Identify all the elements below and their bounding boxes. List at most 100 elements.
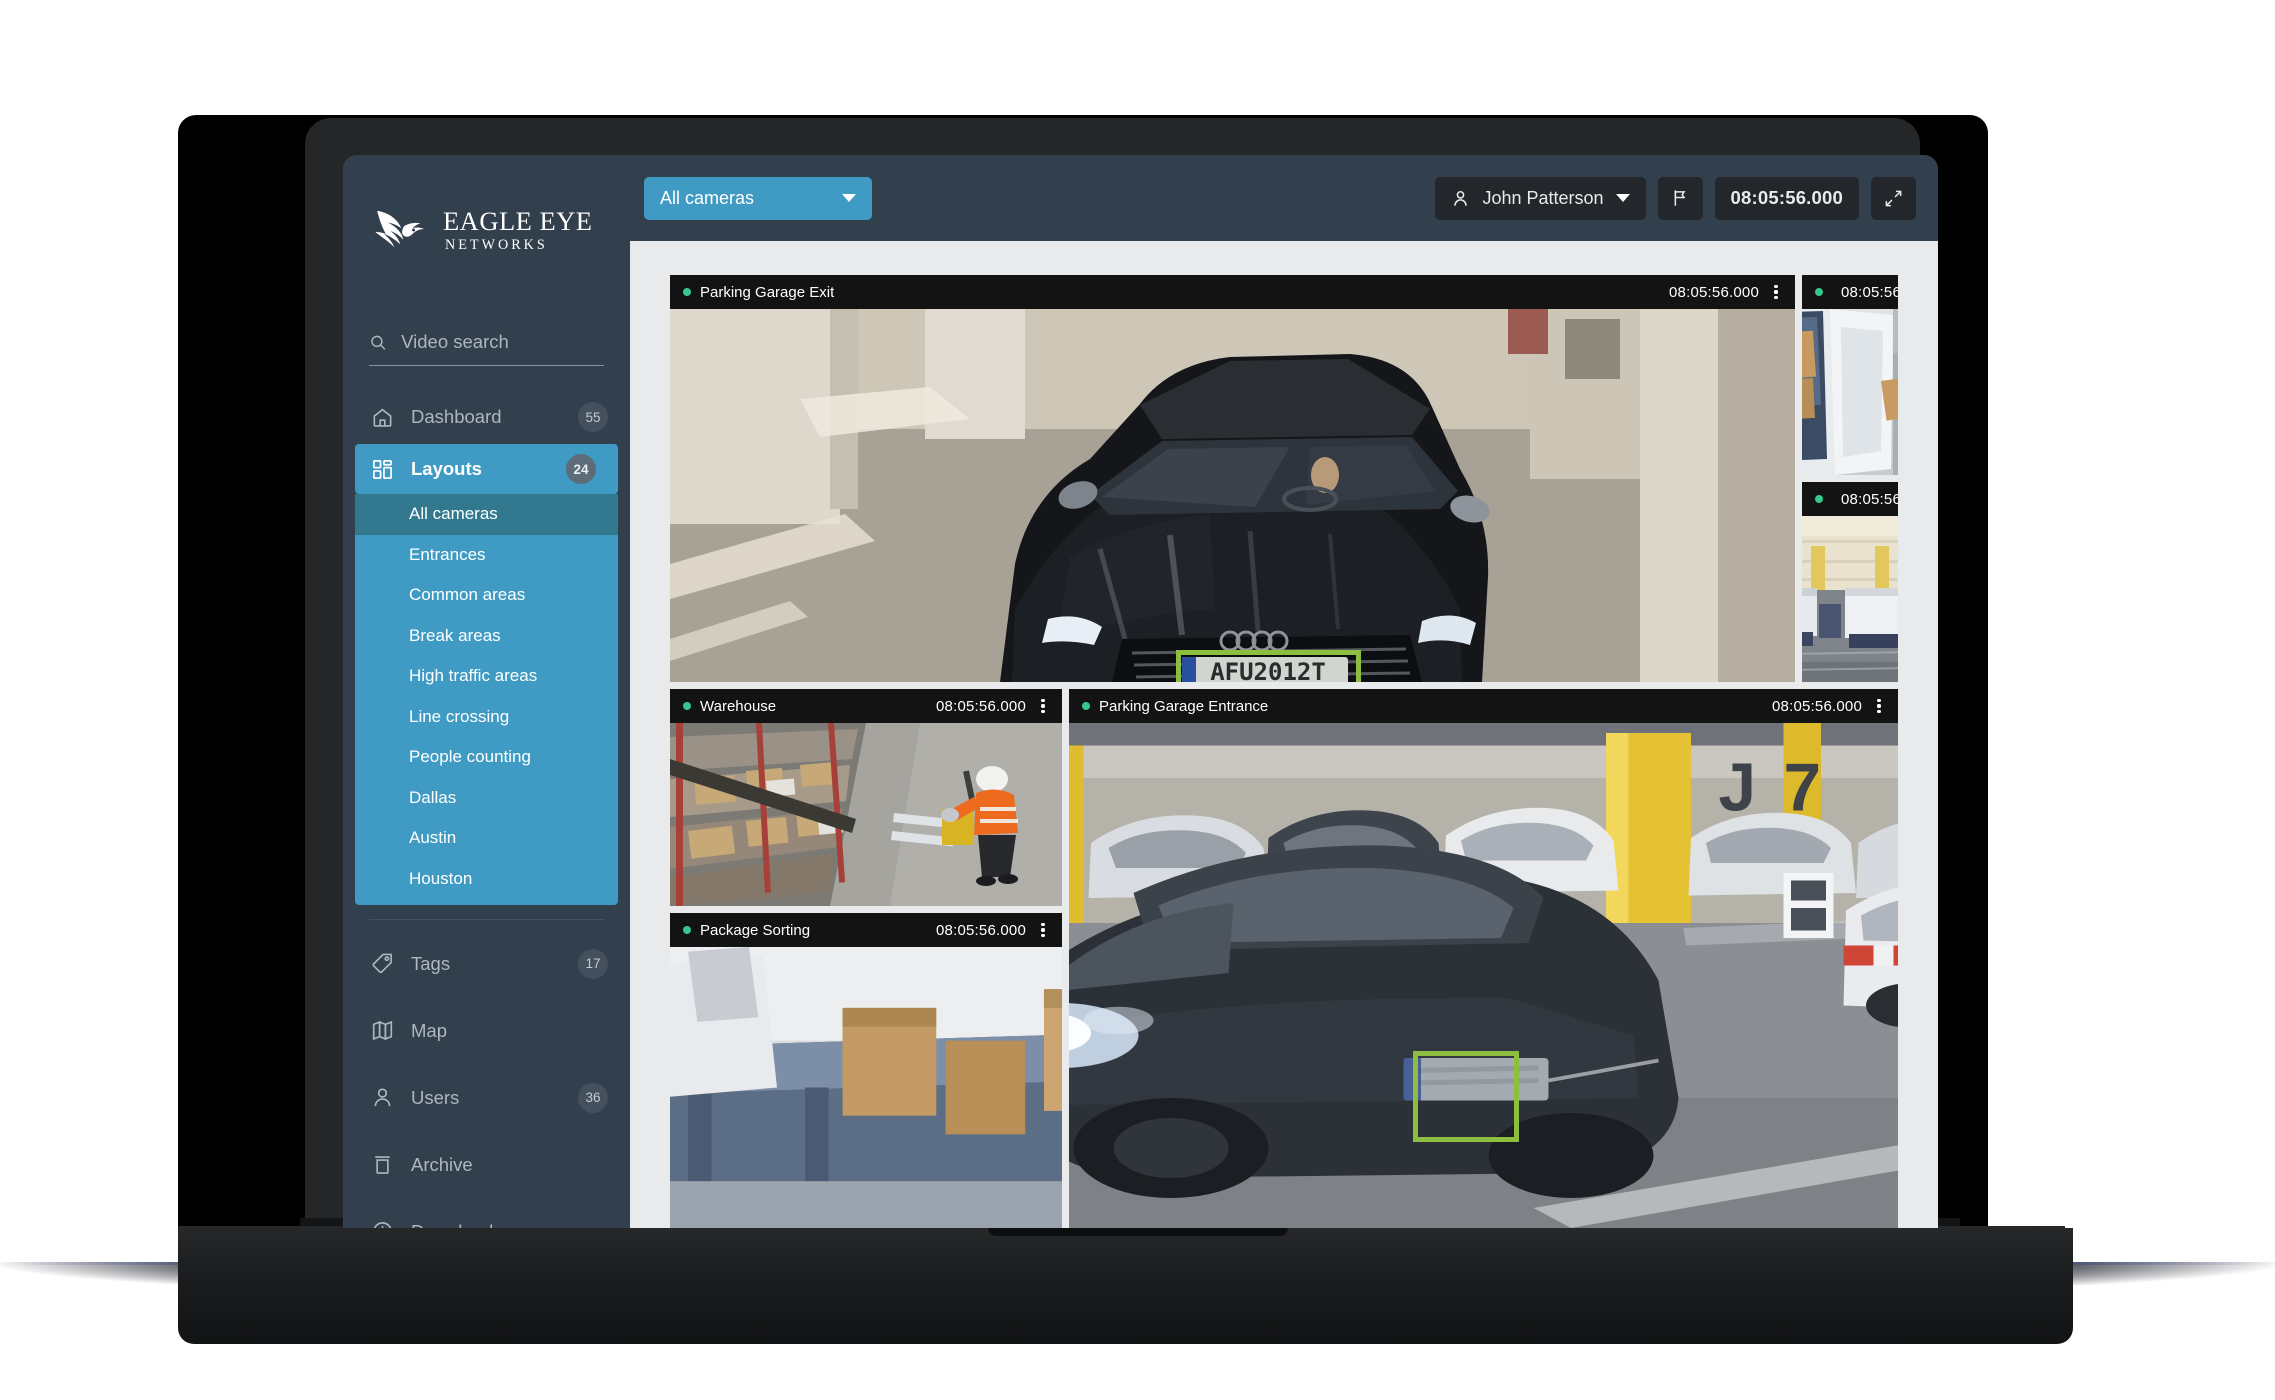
tile-menu-button[interactable] [1871, 698, 1887, 714]
grid-columns: Parking Garage Exit 08:05:56.000 AFU2012… [670, 275, 1898, 1228]
camera-video-feed[interactable]: J 7 [1069, 723, 1898, 1228]
grid-row-bottom: Warehouse 08:05:56.000 Package Sorting 0… [670, 689, 1898, 1228]
nav-divider [369, 919, 604, 920]
sublist-item-label: All cameras [409, 504, 498, 524]
camera-tile-warehouse[interactable]: Warehouse 08:05:56.000 [670, 689, 1062, 906]
video-scene-truck-docks [1802, 516, 1898, 682]
sidebar-item-label: Downloads [411, 1221, 608, 1229]
secondary-navigation: Tags 17 Map Users 36 Archive [343, 930, 630, 1228]
svg-text:J: J [1719, 751, 1757, 826]
camera-timestamp: 08:05:56.000 [936, 921, 1026, 939]
tile-menu-button[interactable] [1035, 698, 1051, 714]
license-plate-detection-box [1176, 650, 1361, 682]
map-icon [369, 1018, 395, 1044]
sublist-item-houston[interactable]: Houston [355, 859, 618, 900]
sublist-item-line-crossing[interactable]: Line crossing [355, 697, 618, 738]
sublist-item-high-traffic-areas[interactable]: High traffic areas [355, 656, 618, 697]
camera-timestamp: 08:05:56.000 [1669, 283, 1759, 301]
sidebar-item-downloads[interactable]: Downloads [343, 1198, 630, 1228]
search-icon [371, 335, 386, 350]
timestamp-value: 08:05:56.000 [1730, 187, 1843, 208]
camera-name: Parking Garage Entrance [1099, 697, 1269, 715]
sublist-item-all-cameras[interactable]: All cameras [355, 494, 618, 535]
sidebar-item-archive[interactable]: Archive [343, 1131, 630, 1198]
status-online-indicator [1815, 495, 1823, 503]
sublist-item-people-counting[interactable]: People counting [355, 737, 618, 778]
tile-header: Truck Loading Docks 08:05:56.000 [1802, 482, 1898, 516]
grid-column-right-top: Van Package Pickup 08:05:56.000 [1802, 275, 1898, 682]
corner-highlight [2065, 1133, 2275, 1228]
camera-video-feed[interactable] [670, 723, 1062, 906]
tile-menu-button[interactable] [1768, 284, 1784, 300]
camera-layout-value: All cameras [660, 187, 755, 208]
camera-video-feed[interactable] [670, 947, 1062, 1228]
camera-tile-package-sorting[interactable]: Package Sorting 08:05:56.000 [670, 913, 1062, 1228]
camera-video-feed[interactable] [1802, 516, 1898, 682]
layouts-icon [369, 456, 395, 482]
chevron-down-icon [842, 194, 856, 202]
sidebar-item-tags[interactable]: Tags 17 [343, 930, 630, 997]
sublist-item-austin[interactable]: Austin [355, 818, 618, 859]
camera-video-feed[interactable] [1802, 309, 1898, 475]
sidebar-item-label: Map [411, 1019, 447, 1041]
tile-menu-button[interactable] [1035, 922, 1051, 938]
sidebar-item-layouts[interactable]: Layouts 24 [355, 444, 618, 494]
sublist-item-label: Line crossing [409, 706, 510, 726]
user-icon [369, 1085, 395, 1111]
camera-tile-truck-loading-docks[interactable]: Truck Loading Docks 08:05:56.000 [1802, 482, 1898, 682]
status-online-indicator [683, 288, 691, 296]
layouts-sublist: All cameras Entrances Common areas Break… [355, 494, 618, 905]
tile-header: Van Package Pickup 08:05:56.000 [1802, 275, 1898, 309]
status-online-indicator [683, 926, 691, 934]
brand-name: EAGLE EYE [443, 205, 593, 236]
camera-layout-select[interactable]: All cameras [644, 176, 872, 220]
sidebar-item-label: Layouts [411, 458, 482, 479]
sublist-item-label: Break areas [409, 625, 501, 645]
camera-timestamp: 08:05:56.000 [1841, 283, 1898, 301]
sublist-item-label: High traffic areas [409, 666, 538, 686]
camera-timestamp: 08:05:56.000 [1841, 490, 1898, 508]
sublist-item-common-areas[interactable]: Common areas [355, 575, 618, 616]
sublist-item-label: Dallas [409, 787, 457, 807]
camera-timestamp: 08:05:56.000 [1772, 697, 1862, 715]
camera-name: Package Sorting [700, 921, 811, 939]
sidebar-item-dashboard[interactable]: Dashboard 55 [343, 390, 630, 444]
sublist-item-dallas[interactable]: Dallas [355, 778, 618, 819]
sidebar: EAGLE EYE NETWORKS Video search Dashboar… [343, 155, 630, 1228]
camera-name: Warehouse [700, 697, 777, 715]
video-scene-package-sorting [670, 947, 1062, 1228]
camera-name: Parking Garage Exit [700, 283, 835, 301]
sublist-item-label: Common areas [409, 585, 526, 605]
expand-icon [1885, 190, 1902, 206]
camera-tile-parking-garage-exit[interactable]: Parking Garage Exit 08:05:56.000 AFU2012… [670, 275, 1795, 682]
sidebar-item-label: Tags [411, 952, 451, 974]
search-input[interactable] [401, 331, 604, 353]
camera-timestamp: 08:05:56.000 [936, 697, 1026, 715]
status-online-indicator [1082, 702, 1090, 710]
video-search[interactable] [369, 331, 604, 366]
video-scene-parking-exit: AFU2012T [670, 309, 1795, 682]
screenshot-stage: EAGLE EYE NETWORKS Video search Dashboar… [0, 0, 2275, 1400]
vehicle-detection-box [1413, 1051, 1520, 1143]
camera-video-feed[interactable]: AFU2012T [670, 309, 1795, 682]
fullscreen-button[interactable] [1871, 176, 1916, 220]
flag-button[interactable] [1657, 176, 1703, 220]
video-scene-parking-entrance: J 7 [1069, 723, 1898, 1228]
camera-tile-van-package-pickup[interactable]: Van Package Pickup 08:05:56.000 [1802, 275, 1898, 475]
sidebar-item-map[interactable]: Map [343, 997, 630, 1064]
tile-header: Package Sorting 08:05:56.000 [670, 913, 1062, 947]
top-bar: All cameras John Patterson 08:05:56.000 [630, 155, 1938, 241]
sidebar-badge-layouts: 24 [566, 454, 596, 484]
sublist-item-label: Austin [409, 828, 457, 848]
sidebar-item-users[interactable]: Users 36 [343, 1064, 630, 1131]
camera-tile-parking-garage-entrance[interactable]: Parking Garage Entrance 08:05:56.000 J 7 [1069, 689, 1898, 1228]
sublist-item-break-areas[interactable]: Break areas [355, 616, 618, 657]
content-area: Parking Garage Exit 08:05:56.000 AFU2012… [630, 241, 1938, 1228]
user-icon [1454, 190, 1468, 206]
timestamp-display[interactable]: 08:05:56.000 [1714, 176, 1859, 220]
video-scene-warehouse [670, 723, 1062, 906]
sublist-item-label: Entrances [409, 544, 486, 564]
sublist-item-entrances[interactable]: Entrances [355, 535, 618, 576]
brand-logo: EAGLE EYE NETWORKS [343, 177, 630, 263]
user-menu-button[interactable]: John Patterson [1435, 176, 1646, 220]
